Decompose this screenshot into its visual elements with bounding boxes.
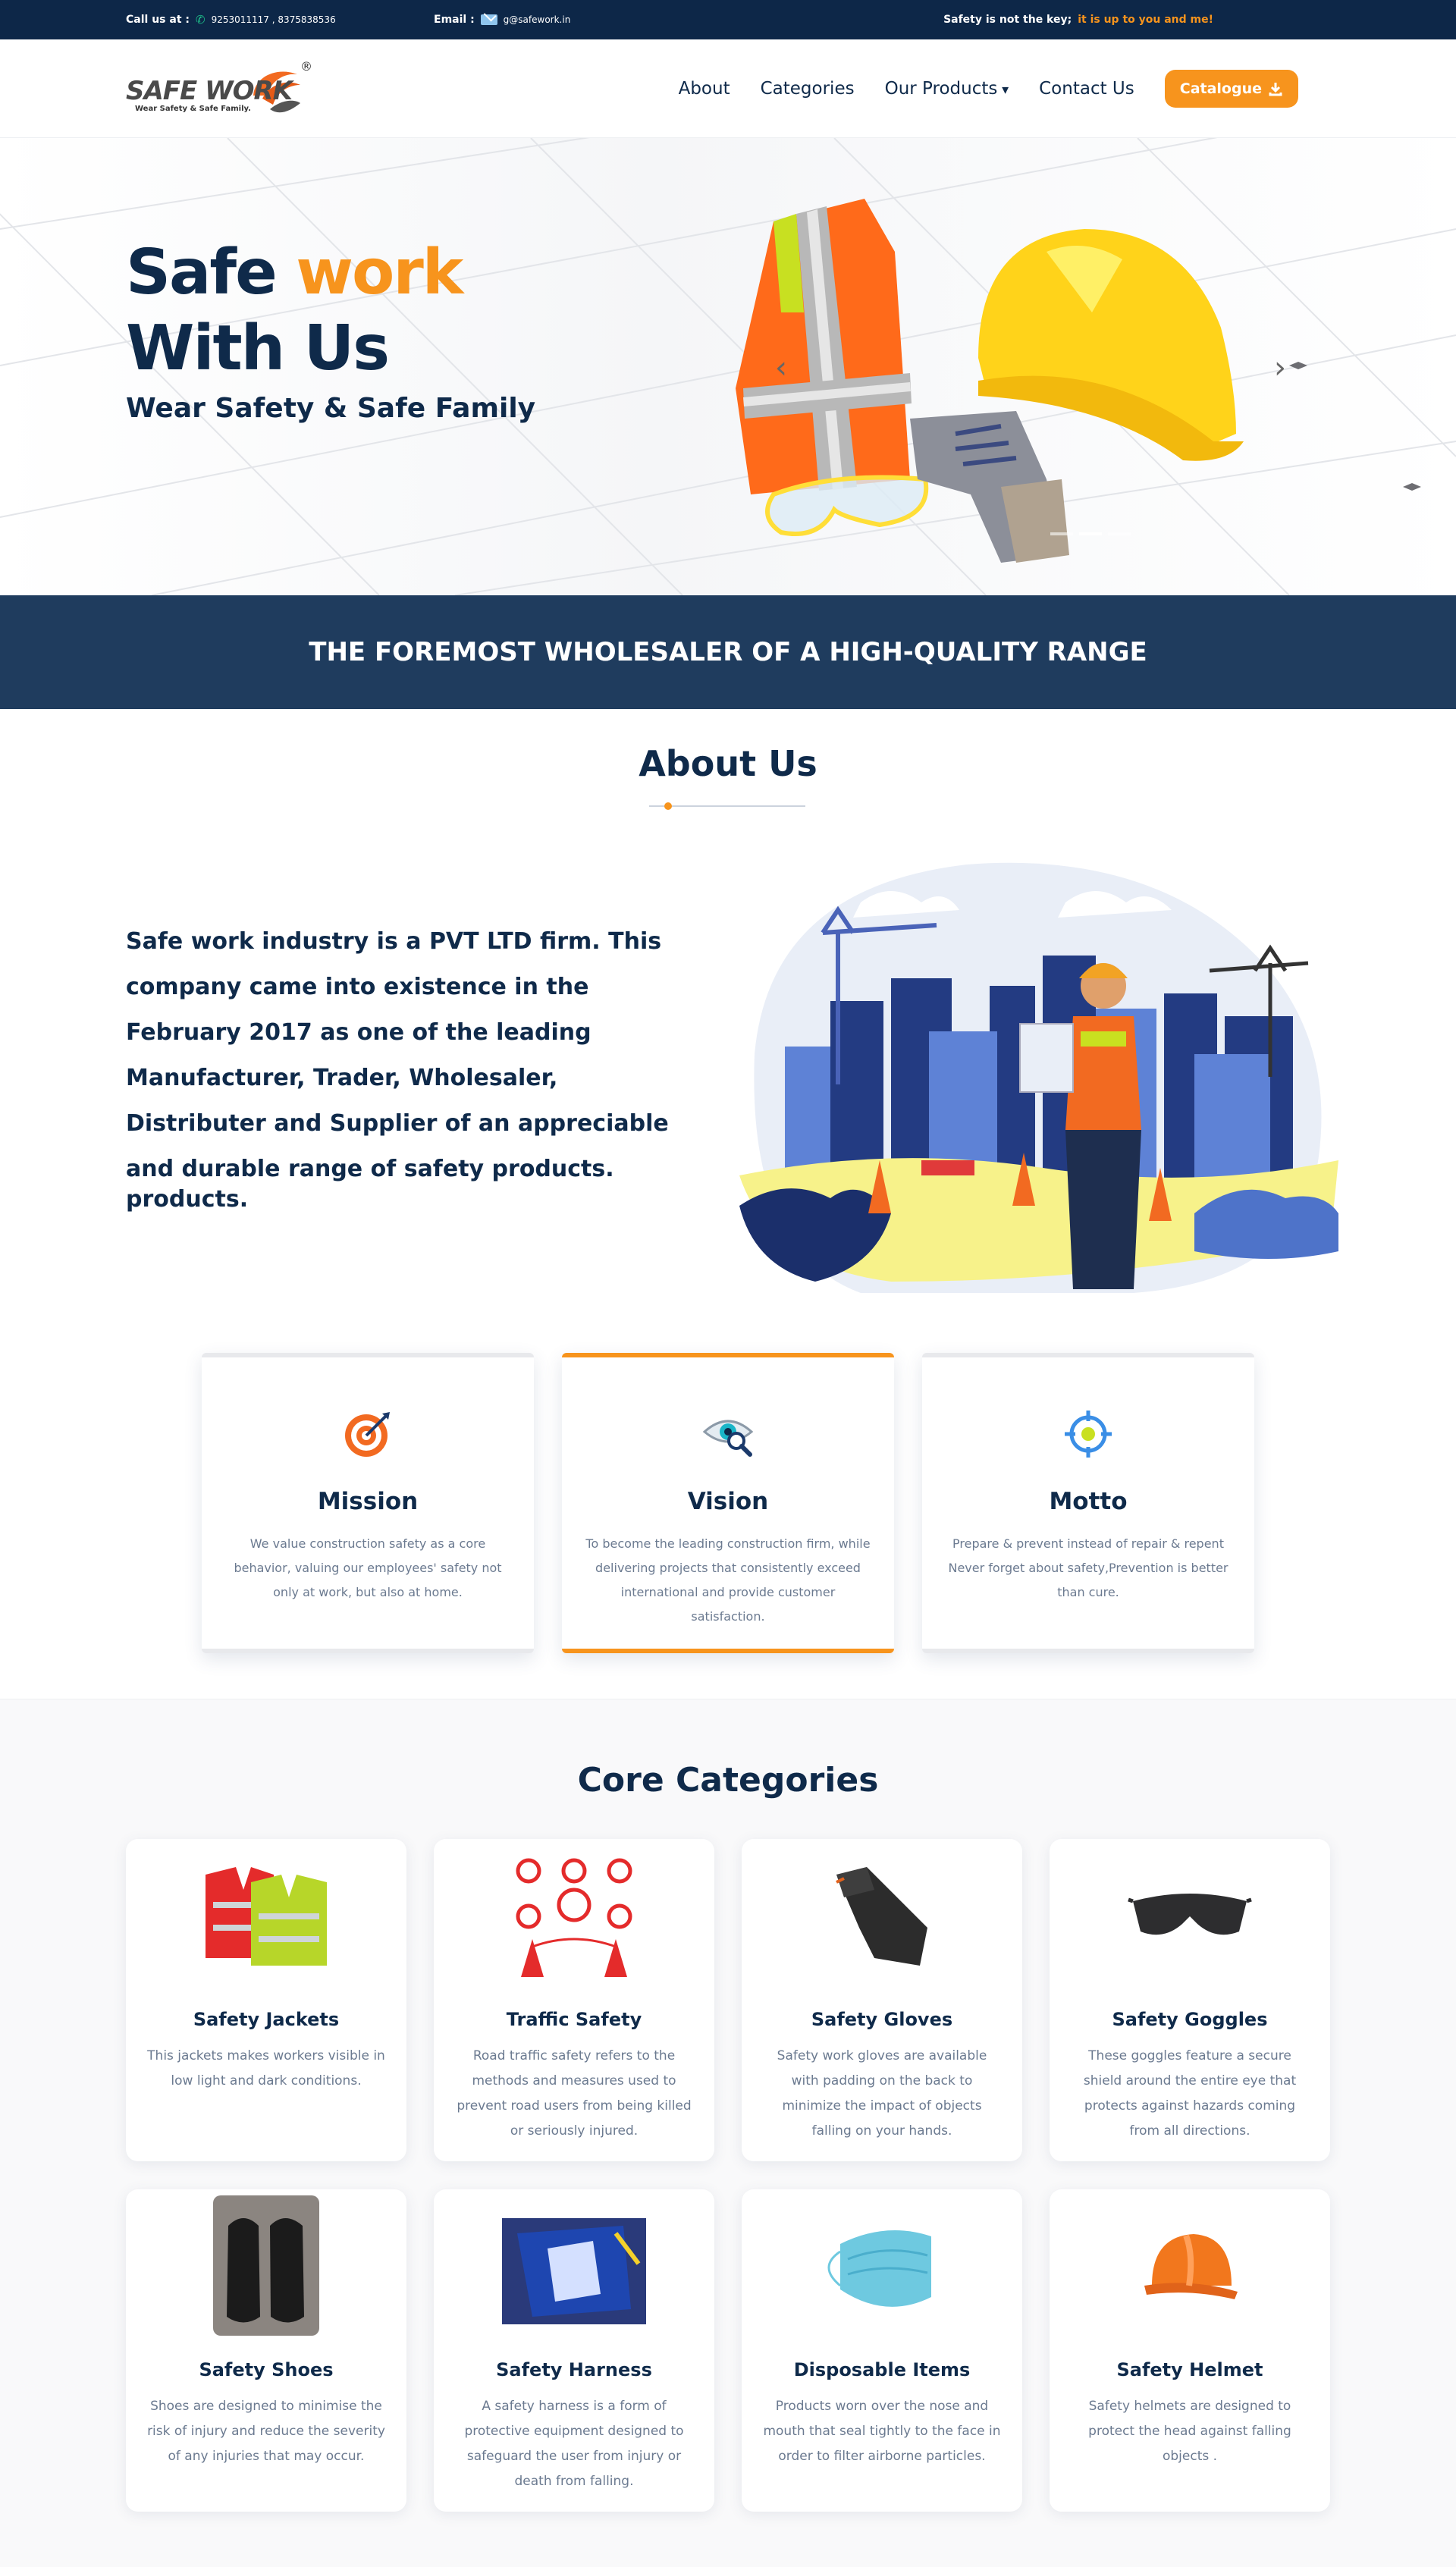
- logo-tagline: Wear Safety & Safe Family.: [135, 105, 251, 113]
- logo-text: SAFE WORK: [126, 76, 293, 106]
- category-name: Safety Jackets: [193, 2009, 340, 2030]
- construction-worker-illustration: [739, 862, 1338, 1293]
- carousel-next-button[interactable]: ›: [1274, 350, 1286, 385]
- carousel-dot[interactable]: [1108, 532, 1131, 535]
- target-icon: [345, 1412, 390, 1457]
- carousel-prev-button[interactable]: ‹: [775, 350, 787, 385]
- traffic-safety-image: [498, 1856, 650, 1977]
- category-name: Safety Goggles: [1112, 2009, 1268, 2030]
- category-desc: These goggles feature a secure shield ar…: [1083, 2048, 1297, 2139]
- category-name: Safety Gloves: [811, 2009, 953, 2030]
- category-card-disposable-items[interactable]: Disposable Items Products worn over the …: [742, 2189, 1022, 2512]
- mission-card: Mission We value construction safety as …: [202, 1353, 534, 1653]
- carousel-indicators: [1050, 532, 1131, 535]
- mission-title: Mission: [317, 1488, 419, 1515]
- category-card-traffic-safety[interactable]: Traffic Safety Road traffic safety refer…: [434, 1839, 714, 2161]
- category-desc: Road traffic safety refers to the method…: [457, 2048, 692, 2139]
- category-card-safety-gloves[interactable]: Safety Gloves Safety work gloves are ava…: [742, 1839, 1022, 2161]
- category-card-safety-shoes[interactable]: Safety Shoes Shoes are designed to minim…: [126, 2189, 406, 2512]
- vision-title: Vision: [687, 1488, 769, 1515]
- category-card-safety-jackets[interactable]: Safety Jackets This jackets makes worker…: [126, 1839, 406, 2161]
- call-label: Call us at :: [126, 14, 190, 26]
- hero-carousel: Safe work With Us Wear Safety & Safe Fam…: [0, 138, 1456, 595]
- slogan-part-b: it is up to you and me!: [1078, 14, 1213, 26]
- category-card-safety-goggles[interactable]: Safety Goggles These goggles feature a s…: [1050, 1839, 1330, 2161]
- email-address[interactable]: g@safework.in: [504, 14, 571, 25]
- category-name: Safety Harness: [496, 2359, 652, 2380]
- nav-categories[interactable]: Categories: [761, 79, 855, 99]
- category-desc: A safety harness is a form of protective…: [464, 2399, 684, 2489]
- hero-title-with-us: With Us: [126, 312, 390, 384]
- site-logo[interactable]: SAFE WORK Wear Safety & Safe Family. ®: [126, 59, 315, 120]
- nav-our-products-dropdown[interactable]: Our Products: [885, 79, 1009, 99]
- hero-title: Safe work With Us: [126, 235, 463, 387]
- mission-text: We value construction safety as a core b…: [234, 1536, 502, 1599]
- phone-numbers[interactable]: 9253011117 , 8375838536: [212, 14, 336, 25]
- email-label: Email :: [434, 14, 475, 26]
- category-card-safety-harness[interactable]: Safety Harness A safety harness is a for…: [434, 2189, 714, 2512]
- core-categories-title: Core Categories: [577, 1761, 879, 1800]
- catalogue-button[interactable]: Catalogue: [1164, 70, 1298, 108]
- category-card-safety-helmet[interactable]: Safety Helmet Safety helmets are designe…: [1050, 2189, 1330, 2512]
- disposable-mask-image: [806, 2206, 958, 2327]
- title-underline: [649, 805, 805, 807]
- category-name: Safety Helmet: [1116, 2359, 1263, 2380]
- motto-title: Motto: [1049, 1488, 1128, 1515]
- slogan: Safety is not the key; it is up to you a…: [943, 0, 1213, 39]
- carousel-dot[interactable]: [1050, 532, 1073, 535]
- safety-harness-image: [498, 2211, 650, 2332]
- site-header: SAFE WORK Wear Safety & Safe Family. ® A…: [0, 39, 1456, 138]
- slogan-part-a: Safety is not the key;: [943, 14, 1072, 26]
- motto-text: Prepare & prevent instead of repair & re…: [948, 1536, 1228, 1599]
- hero-title-safe: Safe: [126, 237, 278, 309]
- download-icon: [1269, 83, 1282, 96]
- mail-icon: [480, 14, 497, 25]
- crosshair-icon: [1065, 1411, 1112, 1458]
- top-info-bar: Call us at : ✆ 9253011117 , 8375838536 E…: [0, 0, 1456, 39]
- vision-text: To become the leading construction firm,…: [585, 1536, 871, 1624]
- safety-shoes-image: [190, 2195, 342, 2336]
- hero-title-work: work: [296, 237, 463, 309]
- tagline-banner: THE FOREMOST WHOLESALER OF A HIGH-QUALIT…: [0, 595, 1456, 709]
- category-desc: Safety helmets are designed to protect t…: [1088, 2399, 1291, 2464]
- phone-icon: ✆: [195, 13, 206, 27]
- vision-icon: [702, 1420, 754, 1457]
- vision-card: Vision To become the leading constructio…: [562, 1353, 894, 1653]
- safety-jackets-image: [190, 1856, 342, 1977]
- nav-about[interactable]: About: [679, 79, 730, 99]
- category-name: Safety Shoes: [199, 2359, 334, 2380]
- banner-text: THE FOREMOST WHOLESALER OF A HIGH-QUALIT…: [309, 637, 1147, 667]
- category-desc: Products worn over the nose and mouth th…: [763, 2399, 1001, 2464]
- about-title: About Us: [639, 743, 817, 784]
- motto-card: Motto Prepare & prevent instead of repai…: [922, 1353, 1254, 1653]
- carousel-dot-active[interactable]: [1079, 532, 1102, 535]
- about-text-overflow: products.: [126, 1186, 249, 1213]
- main-nav: About Categories Our Products Contact Us…: [679, 39, 1456, 138]
- safety-gear-image: [736, 199, 1244, 563]
- registered-mark: ®: [300, 59, 312, 74]
- safety-gloves-image: [806, 1856, 958, 1977]
- about-text: Safe work industry is a PVT LTD firm. Th…: [126, 928, 669, 1182]
- title-underline-dot: [664, 802, 672, 810]
- nav-contact-us[interactable]: Contact Us: [1039, 79, 1134, 99]
- category-name: Traffic Safety: [506, 2009, 642, 2030]
- safety-goggles-image: [1114, 1856, 1266, 1977]
- category-desc: Safety work gloves are available with pa…: [777, 2048, 987, 2139]
- category-desc: This jackets makes workers visible in lo…: [147, 2048, 385, 2088]
- category-desc: Shoes are designed to minimise the risk …: [147, 2399, 385, 2464]
- hero-subtitle: Wear Safety & Safe Family: [126, 393, 536, 424]
- safety-helmet-image: [1114, 2206, 1266, 2327]
- call-info: Call us at : ✆ 9253011117 , 8375838536: [126, 0, 336, 39]
- email-info: Email : g@safework.in: [434, 0, 570, 39]
- catalogue-label: Catalogue: [1179, 80, 1262, 97]
- category-name: Disposable Items: [793, 2359, 971, 2380]
